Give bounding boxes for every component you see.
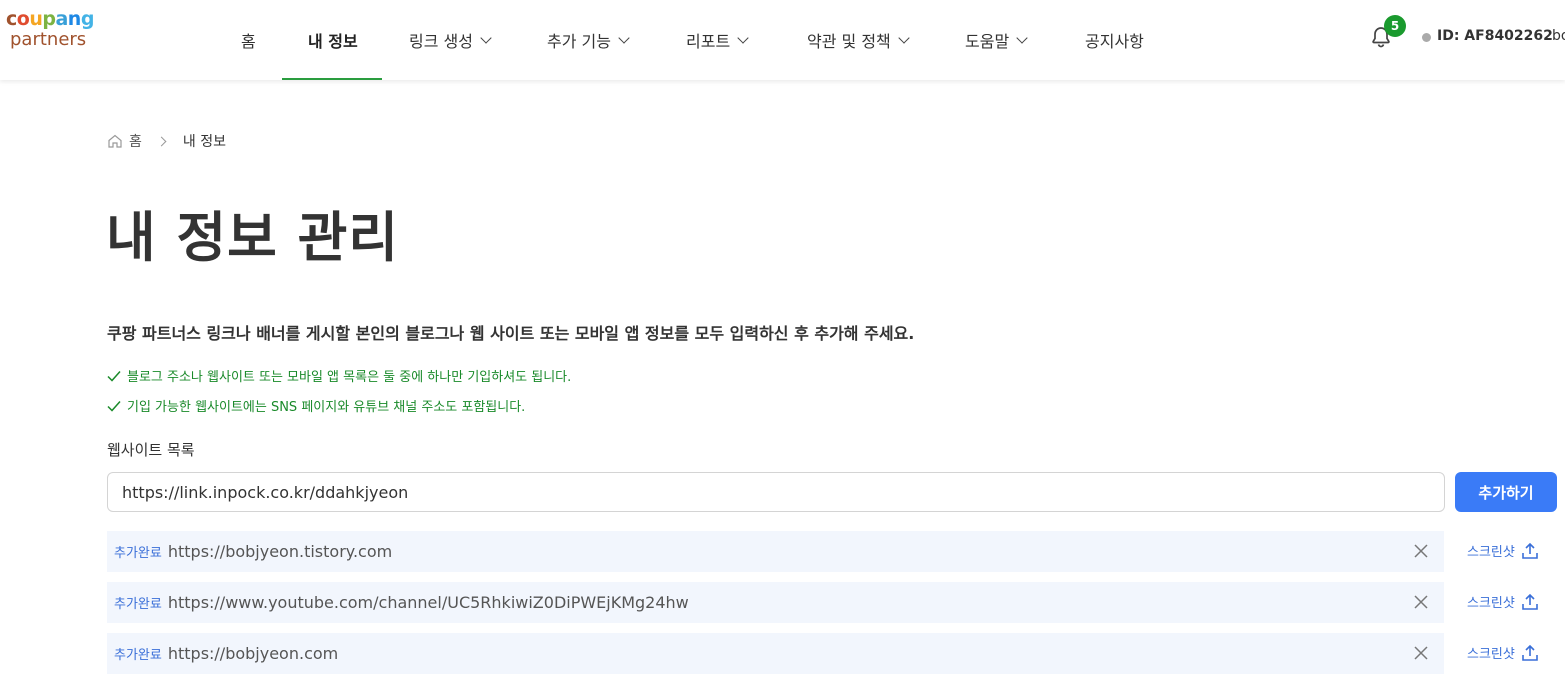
upload-icon: [1522, 644, 1538, 661]
logo-letter: p: [42, 8, 56, 30]
add-website-button[interactable]: 추가하기: [1455, 472, 1557, 512]
chevron-right-icon: [156, 136, 167, 146]
info-note-text: 기입 가능한 웹사이트에는 SNS 페이지와 유튜브 채널 주소도 포함됩니다.: [127, 400, 526, 415]
website-list-item: 추가완료 https://bobjyeon.tistory.com: [107, 531, 1444, 572]
nav-notice[interactable]: 공지사항: [1085, 0, 1144, 80]
nav-help-label: 도움말: [965, 32, 1010, 51]
intro-text: 쿠팡 파트너스 링크나 배너를 게시할 본인의 블로그나 웹 사이트 또는 모바…: [107, 324, 915, 343]
chevron-down-icon: [618, 31, 630, 44]
website-url: https://bobjyeon.com: [167, 644, 339, 663]
website-list-item: 추가완료 https://www.youtube.com/channel/UC5…: [107, 582, 1444, 623]
close-icon[interactable]: [1414, 544, 1428, 558]
screenshot-upload-button[interactable]: 스크린샷: [1467, 592, 1539, 611]
page-title: 내 정보 관리: [106, 206, 399, 269]
nav-terms[interactable]: 약관 및 정책: [807, 0, 910, 80]
logo-subtitle: partners: [10, 29, 87, 50]
chevron-down-icon: [1016, 31, 1028, 44]
home-icon[interactable]: [107, 133, 123, 149]
logo-letter: o: [16, 8, 30, 30]
nav-extra-features-label: 추가 기능: [547, 32, 611, 51]
info-note-text: 블로그 주소나 웹사이트 또는 모바일 앱 목록은 둘 중에 하나만 기입하셔도…: [127, 370, 572, 385]
nav-help[interactable]: 도움말: [965, 0, 1028, 80]
nav-report-label: 리포트: [686, 32, 731, 51]
screenshot-upload-button[interactable]: 스크린샷: [1467, 541, 1539, 560]
logo-letter: n: [67, 8, 82, 30]
added-status-tag: 추가완료: [114, 597, 162, 612]
close-icon[interactable]: [1414, 646, 1428, 660]
chevron-down-icon: [480, 31, 492, 44]
info-note: 기입 가능한 웹사이트에는 SNS 페이지와 유튜브 채널 주소도 포함됩니다.: [107, 396, 525, 415]
breadcrumb-home[interactable]: 홈: [129, 131, 142, 151]
check-icon: [107, 370, 121, 382]
website-url: https://bobjyeon.tistory.com: [167, 542, 393, 561]
nav-home[interactable]: 홈: [241, 0, 256, 80]
nav-report[interactable]: 리포트: [686, 0, 749, 80]
status-dot: [1422, 33, 1431, 42]
notification-badge: 5: [1384, 15, 1406, 37]
nav-my-info[interactable]: 내 정보: [282, 0, 382, 80]
chevron-down-icon: [898, 31, 910, 44]
logo-letter: g: [80, 8, 95, 30]
check-icon: [107, 400, 121, 412]
upload-icon: [1522, 593, 1538, 610]
nav-terms-label: 약관 및 정책: [807, 32, 891, 51]
coupang-partners-logo[interactable]: coupang partners: [6, 10, 94, 49]
screenshot-label: 스크린샷: [1467, 596, 1515, 611]
logo-letter: u: [29, 8, 43, 30]
nav-my-info-label: 내 정보: [308, 32, 358, 51]
nav-notice-label: 공지사항: [1085, 32, 1144, 51]
screenshot-label: 스크린샷: [1467, 545, 1515, 560]
screenshot-label: 스크린샷: [1467, 647, 1515, 662]
website-list-label: 웹사이트 목록: [107, 441, 195, 459]
close-icon[interactable]: [1414, 595, 1428, 609]
added-status-tag: 추가완료: [114, 546, 162, 561]
breadcrumb-current: 내 정보: [182, 134, 226, 150]
screenshot-upload-button[interactable]: 스크린샷: [1467, 643, 1539, 662]
website-url-input[interactable]: [107, 472, 1445, 512]
nav-link-create-label: 링크 생성: [409, 32, 473, 51]
top-header: coupang partners 홈 내 정보 링크 생성 추가 기능 리포트 …: [0, 0, 1565, 80]
nav-extra-features[interactable]: 추가 기능: [547, 0, 630, 80]
upload-icon: [1522, 542, 1538, 559]
logo-letter: c: [6, 8, 17, 30]
added-status-tag: 추가완료: [114, 648, 162, 663]
user-id: ID: AF8402262: [1437, 28, 1553, 44]
website-url: https://www.youtube.com/channel/UC5Rhkiw…: [167, 593, 689, 612]
chevron-down-icon: [737, 31, 749, 44]
logo-letter: a: [55, 8, 68, 30]
logo-wordmark: coupang: [6, 10, 94, 29]
nav-link-create[interactable]: 링크 생성: [409, 0, 492, 80]
user-menu[interactable]: bo: [1552, 28, 1565, 44]
nav-home-label: 홈: [241, 32, 256, 51]
breadcrumb: 홈 내 정보: [107, 131, 226, 151]
info-note: 블로그 주소나 웹사이트 또는 모바일 앱 목록은 둘 중에 하나만 기입하셔도…: [107, 366, 571, 385]
website-list-item: 추가완료 https://bobjyeon.com: [107, 633, 1444, 674]
